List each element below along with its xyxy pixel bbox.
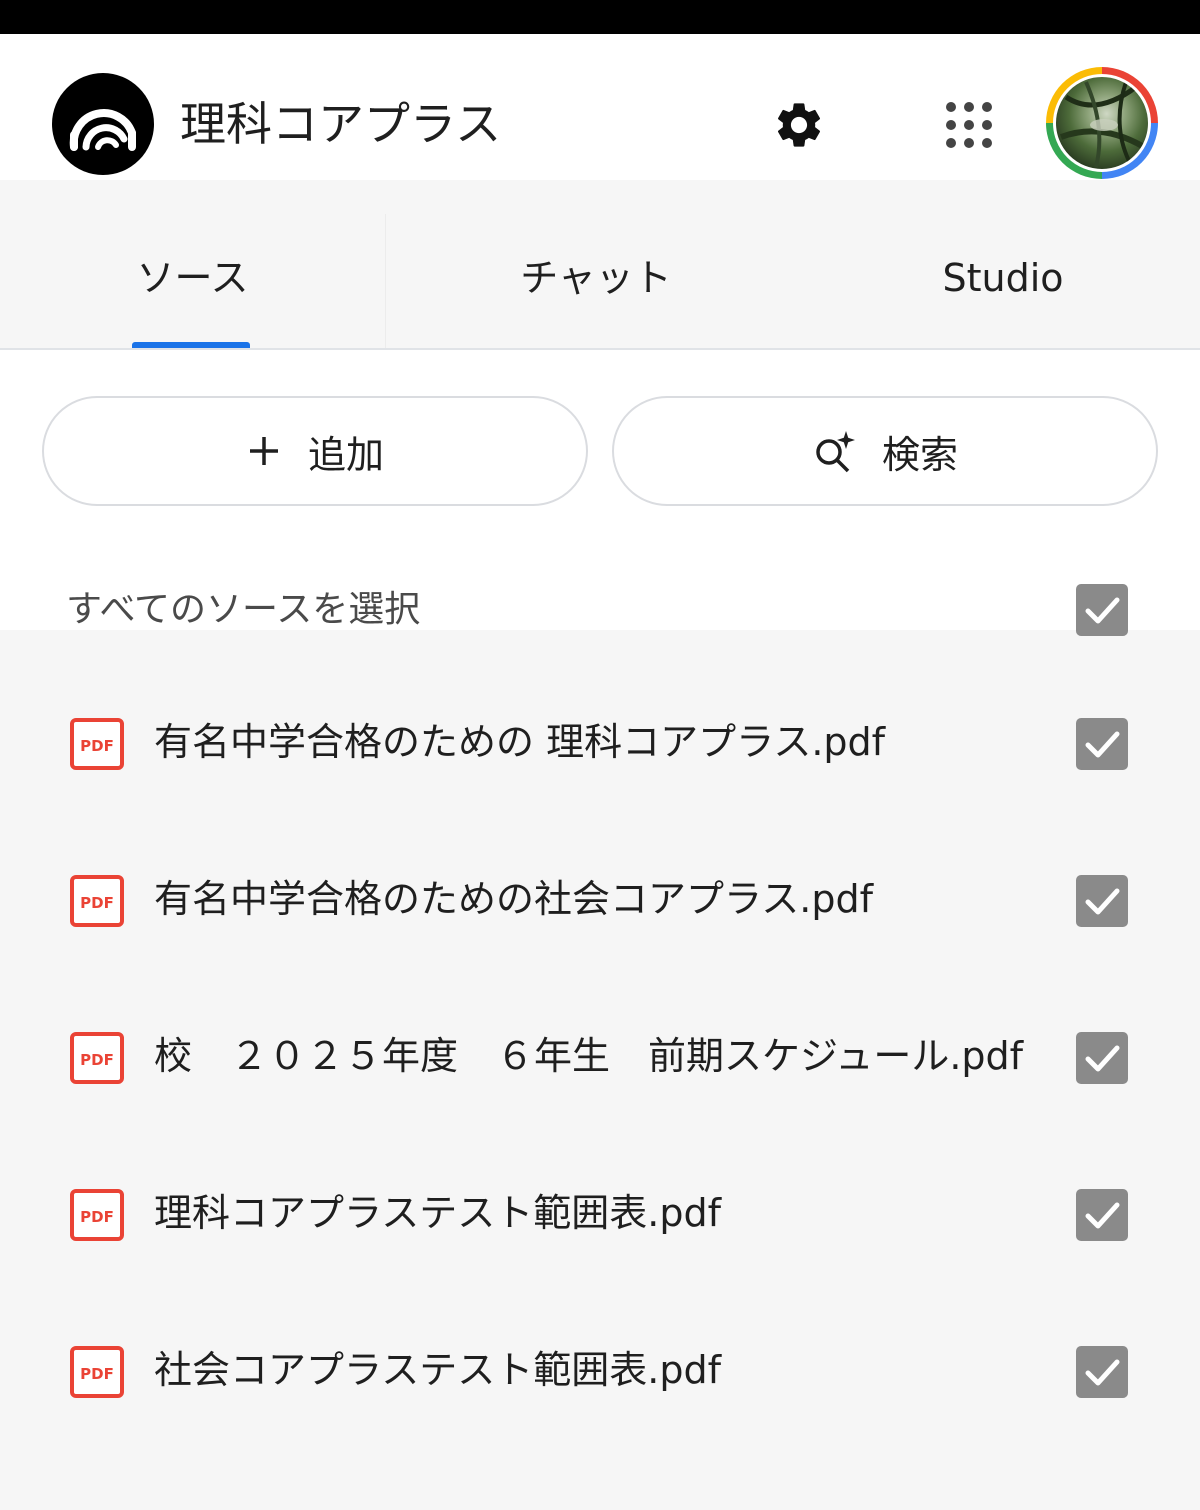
source-item[interactable]: PDF 校 ２０２５年度 ６年生 前期スケジュール.pdf [0,964,1200,1120]
svg-text:PDF: PDF [80,1208,114,1226]
source-name: 有名中学合格のための 理科コアプラス.pdf [154,720,886,764]
apps-grid-icon[interactable] [942,98,996,152]
add-source-button[interactable]: 追加 [42,396,588,506]
search-sources-button[interactable]: 検索 [612,396,1158,506]
pdf-icon: PDF [70,1189,124,1241]
svg-text:PDF: PDF [80,737,114,755]
source-name: 社会コアプラステスト範囲表.pdf [154,1348,721,1392]
notebook-title[interactable]: 理科コアプラス [180,92,501,156]
tab-selected-indicator [132,342,250,348]
source-item[interactable]: PDF 社会コアプラステスト範囲表.pdf [0,1278,1200,1434]
notebooklm-logo-icon[interactable] [52,73,154,175]
select-all-label: すべてのソースを選択 [66,589,421,630]
search-sources-label: 検索 [881,432,958,477]
select-all-row: すべてのソースを選択 [0,560,1200,650]
tab-chat[interactable]: チャット [386,214,806,348]
source-name: 有名中学合格のための社会コアプラス.pdf [154,877,873,921]
source-name: 校 ２０２５年度 ６年生 前期スケジュール.pdf [154,1034,1024,1078]
pdf-icon: PDF [70,875,124,927]
status-bar [0,0,1200,34]
source-checkbox[interactable] [1076,1189,1128,1241]
svg-text:PDF: PDF [80,894,114,912]
source-checkbox[interactable] [1076,1032,1128,1084]
pdf-icon: PDF [70,1346,124,1398]
source-item[interactable]: PDF 有名中学合格のための 理科コアプラス.pdf [0,650,1200,806]
account-button[interactable] [1046,67,1158,179]
gear-icon[interactable] [772,98,826,152]
source-item[interactable]: PDF 有名中学合格のための社会コアプラス.pdf [0,807,1200,963]
add-source-label: 追加 [307,432,384,477]
tab-studio[interactable]: Studio [806,214,1200,348]
source-checkbox[interactable] [1076,875,1128,927]
tab-bar: ソース チャット Studio [0,214,1200,350]
plus-icon [249,437,278,465]
search-spark-icon [816,431,855,473]
svg-text:PDF: PDF [80,1365,114,1383]
pdf-icon: PDF [70,1032,124,1084]
svg-text:PDF: PDF [80,1051,114,1069]
source-name: 理科コアプラステスト範囲表.pdf [154,1191,721,1235]
source-checkbox[interactable] [1076,1346,1128,1398]
select-all-checkbox[interactable] [1076,584,1128,636]
user-avatar [1053,74,1151,172]
source-item[interactable]: PDF 理科コアプラステスト範囲表.pdf [0,1121,1200,1277]
pdf-icon: PDF [70,718,124,770]
tab-sources[interactable]: ソース [0,214,386,348]
source-checkbox[interactable] [1076,718,1128,770]
